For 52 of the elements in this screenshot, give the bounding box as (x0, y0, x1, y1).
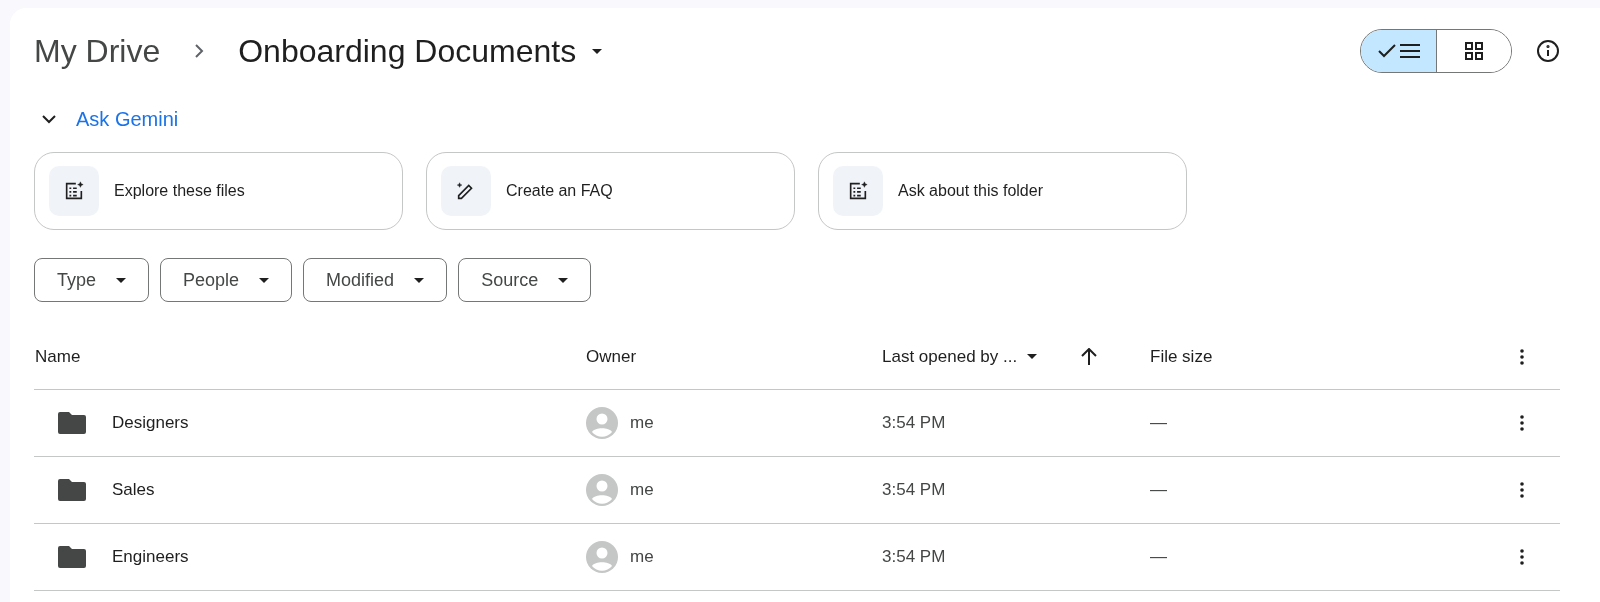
folder-title-button[interactable]: Onboarding Documents (238, 27, 603, 75)
column-header[interactable]: Owner (586, 343, 882, 370)
last-opened-time: 3:54 PM (882, 546, 947, 569)
more-options-icon[interactable] (1520, 348, 1524, 365)
sparkle-document-icon (63, 180, 85, 202)
grid-view-button[interactable] (1436, 30, 1511, 72)
more-options-icon[interactable] (1520, 482, 1524, 498)
filter-chip[interactable]: Source (458, 258, 592, 302)
avatar-icon (586, 407, 618, 439)
filter-chip[interactable]: People (160, 258, 293, 302)
column-header[interactable]: Name (34, 343, 586, 370)
info-icon[interactable] (1536, 39, 1560, 63)
file-size: — (1150, 479, 1168, 502)
arrow-up-icon[interactable] (1081, 347, 1098, 366)
caret-icon (259, 277, 270, 283)
owner-name: me (630, 412, 654, 435)
list-view-button[interactable] (1361, 30, 1436, 72)
caret-icon (414, 277, 425, 283)
filter-chip[interactable]: Type (34, 258, 150, 302)
column-header[interactable]: File size (1150, 343, 1520, 370)
folder-icon (58, 479, 86, 501)
avatar-icon (586, 474, 618, 506)
file-name[interactable]: Sales (112, 477, 155, 503)
owner-name: me (630, 546, 654, 569)
breadcrumb-link[interactable]: My Drive (34, 27, 161, 75)
file-name[interactable]: Designers (112, 410, 189, 436)
suggestion-card[interactable]: Ask about this folder (818, 152, 1187, 230)
file-size: — (1150, 546, 1168, 569)
last-opened-time: 3:54 PM (882, 479, 947, 502)
list-icon (1399, 43, 1420, 59)
filter-chip[interactable]: Modified (303, 258, 448, 302)
caret-icon (116, 277, 127, 283)
caret-icon (592, 48, 603, 54)
last-opened-time: 3:54 PM (882, 412, 947, 435)
chevron-right-icon (194, 43, 205, 59)
suggestion-card[interactable]: Explore these files (34, 152, 403, 230)
owner-name: me (630, 479, 654, 502)
suggestion-card[interactable]: Create an FAQ (426, 152, 795, 230)
grid-icon (1465, 42, 1483, 60)
more-options-icon[interactable] (1520, 415, 1524, 431)
sort-column-header[interactable]: Last opened by ... (882, 343, 1038, 370)
check-icon (1377, 44, 1396, 58)
file-name[interactable]: Engineers (112, 544, 189, 570)
sparkle-document-icon (847, 180, 869, 202)
more-options-icon[interactable] (1520, 549, 1524, 565)
ask-gemini-toggle[interactable]: Ask Gemini (42, 104, 179, 134)
caret-icon (1027, 354, 1038, 359)
folder-icon (58, 412, 86, 434)
caret-icon (558, 277, 569, 283)
file-size: — (1150, 412, 1168, 435)
folder-icon (58, 546, 86, 568)
avatar-icon (586, 541, 618, 573)
